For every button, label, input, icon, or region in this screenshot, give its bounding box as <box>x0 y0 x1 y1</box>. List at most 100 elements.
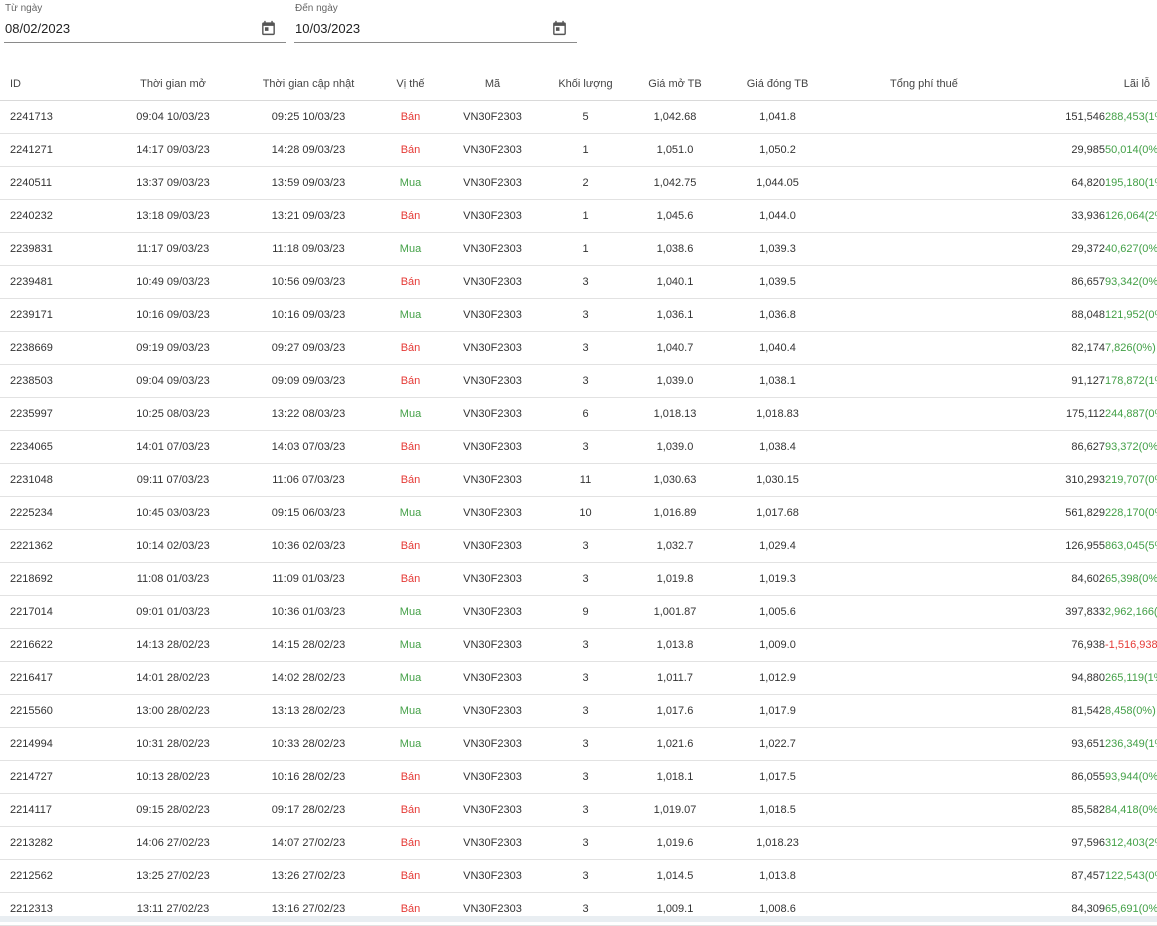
cell-position: Mua <box>379 728 442 761</box>
cell-fee: 310,293 <box>833 474 1105 486</box>
table-row[interactable]: 223850309:04 09/03/2309:09 09/03/23BánVN… <box>0 365 1157 398</box>
cell-pnl: 312,403(2%) <box>1105 837 1157 849</box>
table-row[interactable]: 224127114:17 09/03/2314:28 09/03/23BánVN… <box>0 134 1157 167</box>
cell-update-time: 14:03 07/03/23 <box>238 431 379 464</box>
cell-position: Mua <box>379 233 442 266</box>
from-date-value[interactable]: 08/02/2023 <box>5 21 70 36</box>
cell-open-time: 13:25 27/02/23 <box>108 860 238 893</box>
cell-volume: 3 <box>543 299 628 332</box>
table-row[interactable]: 221701409:01 01/03/2310:36 01/03/23MuaVN… <box>0 596 1157 629</box>
cell-fee-pnl: 33,936126,064(2%) <box>833 200 1157 233</box>
table-row[interactable]: 223406514:01 07/03/2314:03 07/03/23BánVN… <box>0 431 1157 464</box>
table-row[interactable]: 222523410:45 03/03/2309:15 06/03/23MuaVN… <box>0 497 1157 530</box>
table-row[interactable]: 224171309:04 10/03/2309:25 10/03/23BánVN… <box>0 101 1157 134</box>
cell-volume: 5 <box>543 101 628 134</box>
cell-pnl: 93,372(0%) <box>1105 441 1157 453</box>
col-header-avg-open[interactable]: Giá mở TB <box>628 68 722 101</box>
table-row[interactable]: 223599710:25 08/03/2313:22 08/03/23MuaVN… <box>0 398 1157 431</box>
cell-pnl: 93,342(0%) <box>1105 276 1157 288</box>
cell-id: 2214727 <box>0 761 108 794</box>
table-row[interactable]: 221556013:00 28/02/2313:13 28/02/23MuaVN… <box>0 695 1157 728</box>
cell-pnl: 219,707(0%) <box>1105 474 1157 486</box>
cell-avg-open: 1,042.68 <box>628 101 722 134</box>
cell-pnl: 228,170(0%) <box>1105 507 1157 519</box>
cell-id: 2240511 <box>0 167 108 200</box>
cell-avg-open: 1,016.89 <box>628 497 722 530</box>
cell-update-time: 09:27 09/03/23 <box>238 332 379 365</box>
cell-position: Mua <box>379 596 442 629</box>
cell-code: VN30F2303 <box>442 596 543 629</box>
cell-avg-open: 1,018.13 <box>628 398 722 431</box>
table-row[interactable]: 221869211:08 01/03/2311:09 01/03/23BánVN… <box>0 563 1157 596</box>
table-row[interactable]: 221411709:15 28/02/2309:17 28/02/23BánVN… <box>0 794 1157 827</box>
to-date-field[interactable]: Đến ngày 10/03/2023 <box>294 3 577 43</box>
table-row[interactable]: 223866909:19 09/03/2309:27 09/03/23BánVN… <box>0 332 1157 365</box>
cell-volume: 3 <box>543 563 628 596</box>
cell-fee: 91,127 <box>833 375 1105 387</box>
cell-code: VN30F2303 <box>442 266 543 299</box>
cell-avg-close: 1,017.9 <box>722 695 833 728</box>
col-header-pnl[interactable]: Lãi lỗ <box>1124 78 1150 90</box>
cell-code: VN30F2303 <box>442 860 543 893</box>
cell-position: Bán <box>379 200 442 233</box>
from-date-field[interactable]: Từ ngày 08/02/2023 <box>4 3 286 43</box>
cell-open-time: 10:14 02/03/23 <box>108 530 238 563</box>
cell-position: Mua <box>379 629 442 662</box>
col-header-update-time[interactable]: Thời gian cập nhật <box>238 68 379 101</box>
calendar-icon[interactable] <box>260 19 277 37</box>
table-row[interactable]: 224023213:18 09/03/2313:21 09/03/23BánVN… <box>0 200 1157 233</box>
cell-avg-open: 1,030.63 <box>628 464 722 497</box>
cell-volume: 3 <box>543 332 628 365</box>
cell-volume: 1 <box>543 200 628 233</box>
table-row[interactable]: 223983111:17 09/03/2311:18 09/03/23MuaVN… <box>0 233 1157 266</box>
table-row[interactable]: 221256213:25 27/02/2313:26 27/02/23BánVN… <box>0 860 1157 893</box>
cell-fee-pnl: 64,820195,180(1%) <box>833 167 1157 200</box>
cell-code: VN30F2303 <box>442 134 543 167</box>
cell-code: VN30F2303 <box>442 761 543 794</box>
cell-code: VN30F2303 <box>442 563 543 596</box>
col-header-position[interactable]: Vị thế <box>379 68 442 101</box>
table-row[interactable]: 221662214:13 28/02/2314:15 28/02/23MuaVN… <box>0 629 1157 662</box>
cell-fee-pnl: 81,5428,458(0%) <box>833 695 1157 728</box>
cell-position: Bán <box>379 464 442 497</box>
table-row[interactable]: 221328214:06 27/02/2314:07 27/02/23BánVN… <box>0 827 1157 860</box>
col-header-fee[interactable]: Tổng phí thuế <box>890 78 958 90</box>
cell-open-time: 11:17 09/03/23 <box>108 233 238 266</box>
table-row[interactable]: 223917110:16 09/03/2310:16 09/03/23MuaVN… <box>0 299 1157 332</box>
table-row[interactable]: 221472710:13 28/02/2310:16 28/02/23BánVN… <box>0 761 1157 794</box>
calendar-icon[interactable] <box>551 19 568 37</box>
cell-code: VN30F2303 <box>442 398 543 431</box>
cell-update-time: 10:36 02/03/23 <box>238 530 379 563</box>
col-header-volume[interactable]: Khối lượng <box>543 68 628 101</box>
cell-avg-open: 1,045.6 <box>628 200 722 233</box>
cell-pnl: 195,180(1%) <box>1105 177 1157 189</box>
cell-update-time: 14:15 28/02/23 <box>238 629 379 662</box>
table-row[interactable]: 223104809:11 07/03/2311:06 07/03/23BánVN… <box>0 464 1157 497</box>
table-row[interactable]: 222136210:14 02/03/2310:36 02/03/23BánVN… <box>0 530 1157 563</box>
to-date-value[interactable]: 10/03/2023 <box>295 21 360 36</box>
col-header-code[interactable]: Mã <box>442 68 543 101</box>
table-row[interactable]: 221499410:31 28/02/2310:33 28/02/23MuaVN… <box>0 728 1157 761</box>
cell-update-time: 13:21 09/03/23 <box>238 200 379 233</box>
date-filter-bar: Từ ngày 08/02/2023 Đến ngày 10/03/2023 <box>0 0 1157 60</box>
cell-fee: 175,112 <box>833 408 1105 420</box>
cell-code: VN30F2303 <box>442 695 543 728</box>
cell-avg-close: 1,018.23 <box>722 827 833 860</box>
cell-avg-close: 1,039.3 <box>722 233 833 266</box>
col-header-open-time[interactable]: Thời gian mở <box>108 68 238 101</box>
table-row[interactable]: 221641714:01 28/02/2314:02 28/02/23MuaVN… <box>0 662 1157 695</box>
cell-volume: 6 <box>543 398 628 431</box>
table-row[interactable]: 223948110:49 09/03/2310:56 09/03/23BánVN… <box>0 266 1157 299</box>
cell-pnl: 50,014(0%) <box>1105 144 1157 156</box>
table-row[interactable]: 224051113:37 09/03/2313:59 09/03/23MuaVN… <box>0 167 1157 200</box>
cell-pnl: 65,398(0%) <box>1105 573 1157 585</box>
cell-position: Mua <box>379 695 442 728</box>
col-header-id[interactable]: ID <box>0 68 108 101</box>
cell-code: VN30F2303 <box>442 332 543 365</box>
cell-fee-pnl: 91,127178,872(1%) <box>833 365 1157 398</box>
cell-fee: 88,048 <box>833 309 1105 321</box>
cell-fee-pnl: 561,829228,170(0%) <box>833 497 1157 530</box>
horizontal-scrollbar[interactable] <box>0 916 1157 922</box>
cell-update-time: 11:18 09/03/23 <box>238 233 379 266</box>
col-header-avg-close[interactable]: Giá đóng TB <box>722 68 833 101</box>
